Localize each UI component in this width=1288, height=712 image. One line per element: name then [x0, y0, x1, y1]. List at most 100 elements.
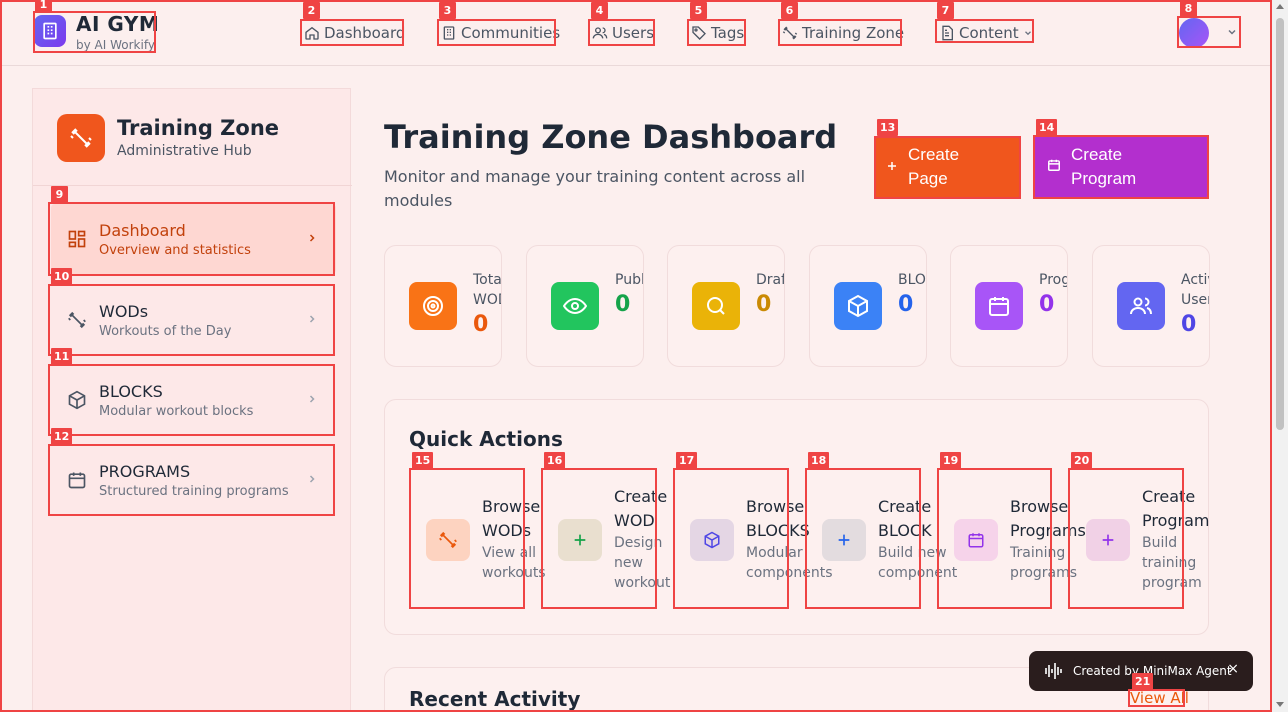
sidebar-item-label: Dashboard — [99, 221, 186, 240]
dumbbell-icon — [782, 26, 798, 40]
plus-icon — [558, 519, 602, 561]
calendar-icon — [954, 519, 998, 561]
annotation-tag: 2 — [303, 2, 320, 19]
nav-training-zone[interactable]: Training Zone — [782, 22, 904, 44]
stat-value: 0 — [898, 292, 914, 317]
page-subtitle: Monitor and manage your training content… — [384, 167, 806, 210]
quick-action-create-wod[interactable]: Create WOD Design new workout — [542, 469, 670, 608]
dumbbell-icon — [68, 311, 86, 329]
quick-action-sub: Build training program — [1142, 535, 1202, 591]
user-avatar[interactable] — [1179, 18, 1209, 48]
annotation-tag: 7 — [937, 2, 954, 19]
chevron-right-icon — [309, 395, 315, 403]
stat-label: Programs — [1039, 272, 1068, 288]
scroll-up-arrow[interactable] — [1276, 4, 1284, 9]
quick-action-create-block[interactable]: Create BLOCK Build new component — [806, 469, 957, 608]
quick-action-create-program[interactable]: Create Program Build training program — [1070, 469, 1210, 608]
cube-icon — [834, 282, 882, 330]
sidebar-item-sub: Overview and statistics — [99, 243, 251, 258]
annotation-tag: 19 — [940, 452, 962, 469]
building-icon — [443, 26, 455, 40]
chevron-down-icon — [1024, 31, 1031, 36]
annotation-tag: 3 — [439, 2, 456, 19]
calendar-icon — [1047, 155, 1061, 179]
annotation-tag: 4 — [591, 2, 608, 19]
create-page-label: Create Page — [908, 145, 960, 188]
nav-content-label: Content — [959, 24, 1019, 42]
document-icon — [942, 25, 953, 41]
annotation-tag: 1 — [35, 0, 52, 13]
sidebar-item-label: BLOCKS — [99, 382, 163, 401]
plus-icon — [822, 519, 866, 561]
users-icon — [592, 27, 608, 39]
page-scrollbar[interactable] — [1272, 0, 1288, 712]
quick-action-browse-wods[interactable]: Browse WODs View all workouts — [410, 469, 546, 608]
create-program-label: Create Program — [1071, 145, 1137, 188]
annotation-tag: 15 — [412, 452, 434, 469]
brand-name[interactable]: AI GYM — [76, 12, 159, 36]
stat-label: Drafts — [756, 272, 784, 288]
tag-icon — [692, 26, 706, 40]
training-zone-sidebar: Training Zone Administrative Hub Dashboa… — [32, 88, 352, 712]
sidebar-item-dashboard[interactable]: Dashboard Overview and statistics — [51, 204, 336, 274]
close-icon[interactable]: × — [1227, 661, 1239, 677]
stat-card-programs: Programs 0 — [950, 245, 1068, 367]
chevron-down-icon[interactable] — [1226, 26, 1238, 38]
quick-action-browse-blocks[interactable]: Browse BLOCKS Modular components — [674, 469, 833, 608]
stat-value: 0 — [1039, 292, 1055, 317]
waveform-icon — [1045, 663, 1062, 679]
annotation-tag: 12 — [51, 428, 73, 445]
target-icon — [409, 282, 457, 330]
calendar-icon — [975, 282, 1023, 330]
annotation-tag: 8 — [1180, 0, 1197, 17]
nav-communities-label: Communities — [461, 24, 561, 42]
annotation-tag: 18 — [808, 452, 830, 469]
scroll-thumb[interactable] — [1276, 18, 1284, 430]
nav-users[interactable]: Users — [592, 22, 654, 44]
nav-tags[interactable]: Tags — [691, 22, 744, 44]
eye-icon — [551, 282, 599, 330]
sidebar-item-programs[interactable]: PROGRAMS Structured training programs — [51, 445, 336, 515]
annotation-tag: 10 — [51, 268, 73, 285]
stat-value: 0 — [1181, 312, 1197, 337]
stat-card-drafts: Drafts 0 — [667, 245, 785, 367]
annotation-tag: 6 — [781, 2, 798, 19]
nav-content-dropdown[interactable]: Content — [939, 22, 1033, 44]
dumbbell-icon — [426, 519, 470, 561]
nav-dashboard[interactable]: Dashboard — [304, 22, 405, 44]
quick-actions-title: Quick Actions — [409, 427, 563, 451]
home-icon — [305, 26, 319, 40]
brand-subtitle: by AI Workify — [76, 38, 155, 52]
chevron-right-icon — [309, 315, 315, 323]
nav-dashboard-label: Dashboard — [324, 24, 406, 42]
sidebar-item-label: WODs — [99, 302, 149, 321]
nav-users-label: Users — [612, 24, 655, 42]
sidebar-subtitle: Administrative Hub — [117, 143, 252, 159]
sidebar-item-label: PROGRAMS — [99, 462, 191, 481]
plus-icon — [886, 155, 898, 179]
annotation-tag: 13 — [877, 119, 899, 136]
page-title: Training Zone Dashboard — [384, 118, 838, 156]
nav-communities[interactable]: Communities — [441, 22, 560, 44]
annotation-tag: 5 — [690, 2, 707, 19]
stat-card-blocks: BLOCKS 0 — [809, 245, 927, 367]
scroll-down-arrow[interactable] — [1276, 702, 1284, 707]
annotation-tag: 16 — [544, 452, 566, 469]
annotation-tag: 21 — [1132, 673, 1154, 690]
nav-tags-label: Tags — [711, 24, 745, 42]
annotation-tag: 20 — [1071, 452, 1093, 469]
create-page-button[interactable]: Create Page — [874, 136, 1021, 198]
annotation-tag: 17 — [676, 452, 698, 469]
stat-label: Published — [615, 272, 644, 288]
view-all-link[interactable]: View All — [1130, 689, 1189, 707]
stat-label: Active Users — [1181, 272, 1209, 308]
sidebar-title: Training Zone — [117, 116, 280, 140]
create-program-button[interactable]: Create Program — [1035, 136, 1208, 198]
quick-action-browse-programs[interactable]: Browse Programs Training programs — [938, 469, 1086, 608]
sidebar-item-blocks[interactable]: BLOCKS Modular workout blocks — [51, 365, 336, 435]
dashboard-icon — [68, 230, 86, 248]
plus-icon — [1086, 519, 1130, 561]
building-logo-icon[interactable] — [34, 15, 66, 47]
sidebar-item-wods[interactable]: WODs Workouts of the Day — [51, 285, 336, 355]
sidebar-item-sub: Workouts of the Day — [99, 324, 232, 339]
